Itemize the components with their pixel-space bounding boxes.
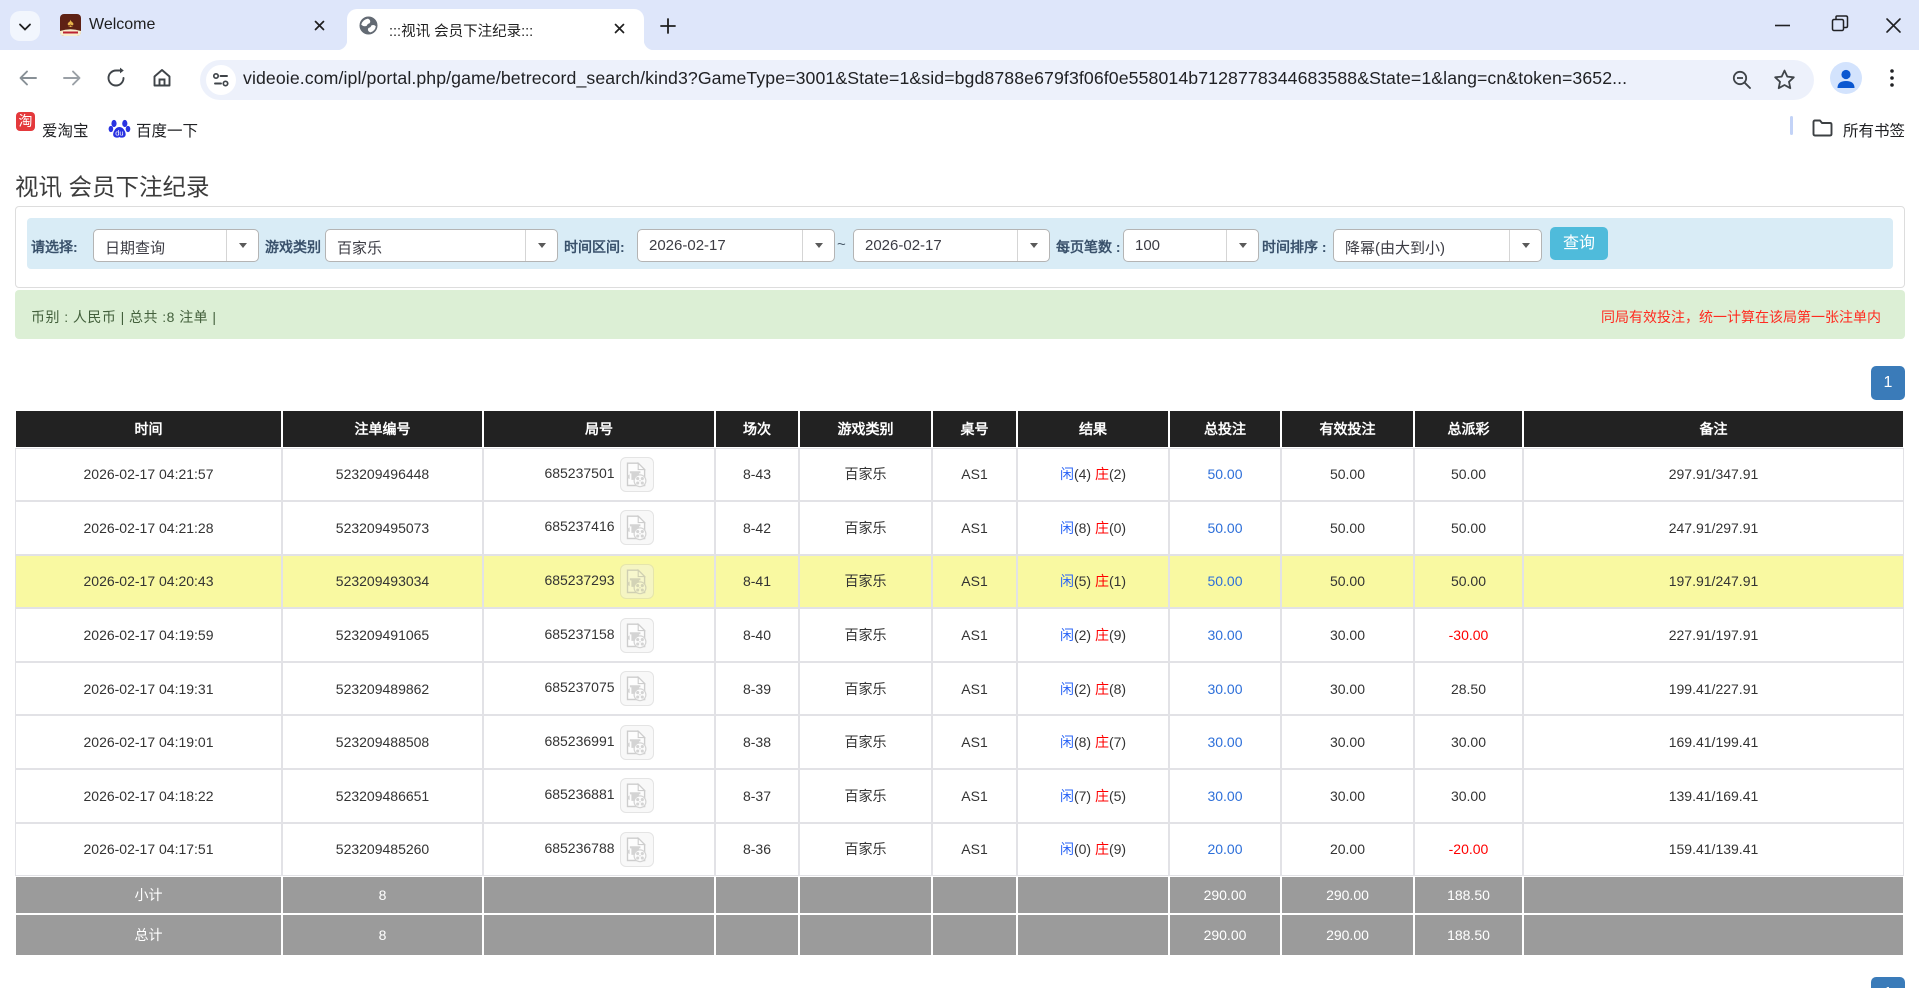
svg-text:♠: ♠ bbox=[67, 16, 74, 30]
svg-text:du: du bbox=[115, 129, 123, 138]
